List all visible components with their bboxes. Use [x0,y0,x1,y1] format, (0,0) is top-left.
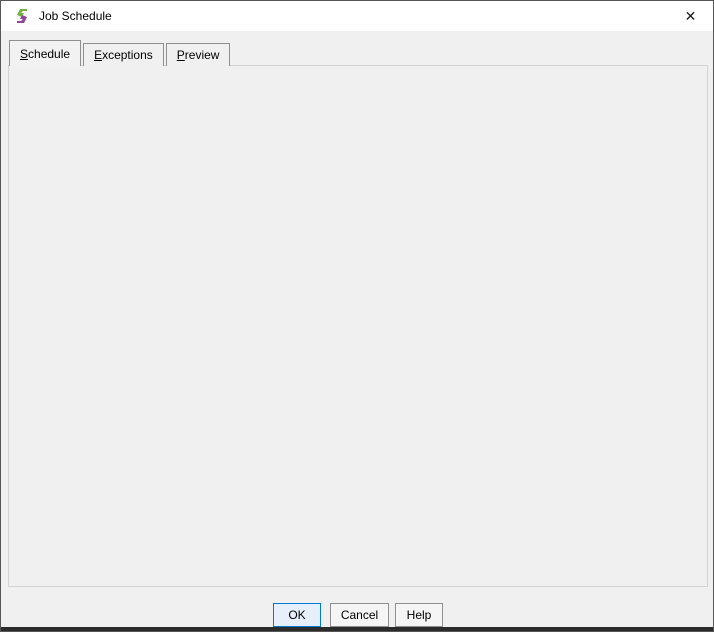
tab-preview[interactable]: Preview [166,43,231,66]
cancel-button[interactable]: Cancel [330,603,389,627]
schedule-tab-panel [8,65,708,587]
window-title: Job Schedule [39,9,112,23]
tab-exceptions-label: E [94,48,102,62]
help-button[interactable]: Help [395,603,443,627]
ok-button[interactable]: OK [273,603,321,627]
tab-exceptions[interactable]: Exceptions [83,43,164,66]
title-bar: Job Schedule ✕ [1,1,713,31]
job-schedule-dialog: Job Schedule ✕ Schedule Exceptions Previ… [0,0,714,632]
close-icon[interactable]: ✕ [668,1,713,31]
tab-strip: Schedule Exceptions Preview [9,40,232,66]
tab-schedule[interactable]: Schedule [9,40,81,66]
window-bottom-edge [1,627,713,631]
tab-preview-label: P [177,48,185,62]
app-logo-icon [14,8,30,24]
tab-schedule-label: S [20,47,28,61]
